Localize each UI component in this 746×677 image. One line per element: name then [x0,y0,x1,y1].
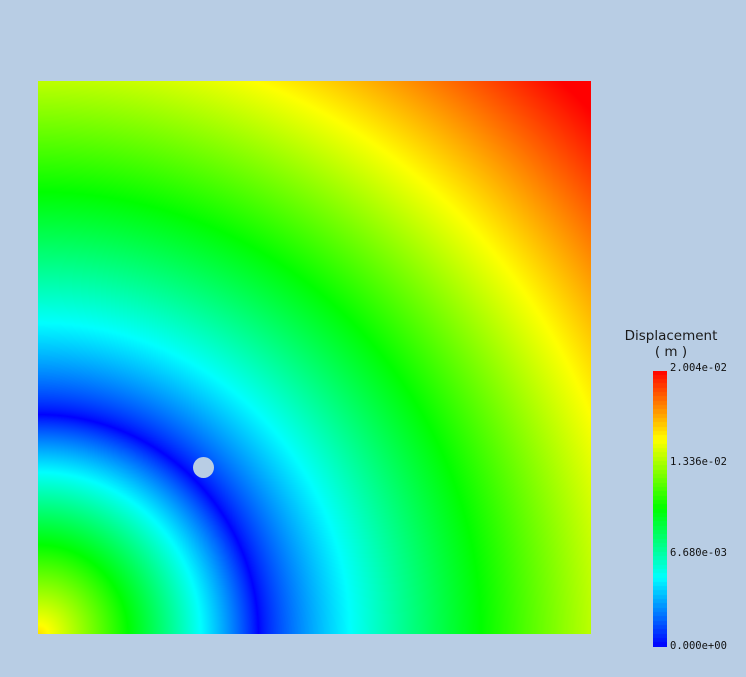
colorbar [653,371,667,647]
legend-unit: ( m ) [654,344,688,360]
legend-title-text: Displacement [624,328,718,344]
colorbar-tick-label: 6.680e-03 [670,547,727,559]
displacement-field-plot [38,81,591,634]
colorbar-tick-label: 1.336e-02 [670,456,727,468]
probe-point-marker [193,457,214,478]
legend-title: Displacement ( m ) [612,328,730,360]
colorbar-tick-label: 0.000e+00 [670,640,727,652]
colorbar-tick-label: 2.004e-02 [670,362,727,374]
